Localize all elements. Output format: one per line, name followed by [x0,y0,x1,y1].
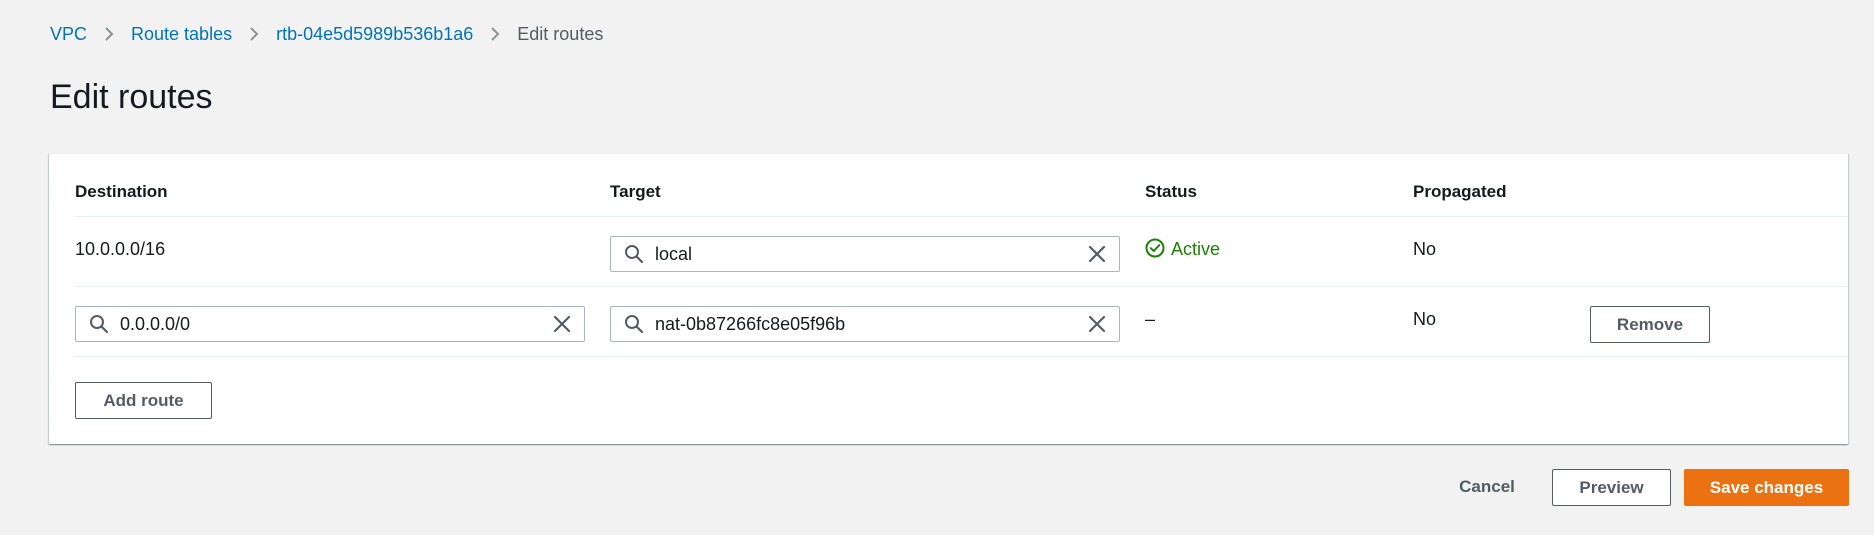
row-divider [75,286,1848,287]
row2-status: – [1145,309,1156,329]
row-divider [75,356,1848,357]
breadcrumb-current: Edit routes [517,24,604,44]
breadcrumb-route-table-id[interactable]: rtb-04e5d5989b536b1a6 [276,22,473,46]
row-divider [75,216,1848,217]
row1-status: Active [1145,237,1220,261]
row1-propagated: No [1413,239,1437,259]
row2-destination-value: 0.0.0.0/0 [120,314,191,334]
breadcrumb-route-tables[interactable]: Route tables [131,22,232,46]
close-icon[interactable] [1085,312,1109,336]
column-header-status: Status [1145,182,1197,201]
search-icon [623,313,645,335]
routes-table-panel: Destination Target Status Propagated 10.… [49,153,1848,444]
check-circle-icon [1145,238,1167,260]
row1-destination: 10.0.0.0/16 [75,239,166,259]
chevron-right-icon [473,22,517,46]
column-header-destination: Destination [75,182,168,201]
row2-destination-input[interactable]: 0.0.0.0/0 [75,306,585,342]
row1-target-value: local [655,244,693,264]
row2-propagated: No [1413,309,1437,329]
search-icon [88,313,110,335]
page-title: Edit routes [50,78,213,116]
column-header-target: Target [610,182,661,201]
cancel-button[interactable]: Cancel [1446,469,1528,505]
add-route-button[interactable]: Add route [75,382,212,419]
chevron-right-icon [232,22,276,46]
chevron-right-icon [87,22,131,46]
row2-target-input[interactable]: nat-0b87266fc8e05f96b [610,306,1120,342]
close-icon[interactable] [1085,242,1109,266]
breadcrumb: VPC Route tables rtb-04e5d5989b536b1a6 E… [50,22,603,46]
close-icon[interactable] [550,312,574,336]
breadcrumb-vpc[interactable]: VPC [50,22,87,46]
row1-target-input[interactable]: local [610,236,1120,272]
preview-button[interactable]: Preview [1552,469,1671,506]
column-header-propagated: Propagated [1413,182,1507,201]
row1-status-label: Active [1171,239,1221,259]
row2-target-value: nat-0b87266fc8e05f96b [655,314,846,334]
save-changes-button[interactable]: Save changes [1684,469,1849,506]
remove-route-button[interactable]: Remove [1590,306,1710,343]
search-icon [623,243,645,265]
